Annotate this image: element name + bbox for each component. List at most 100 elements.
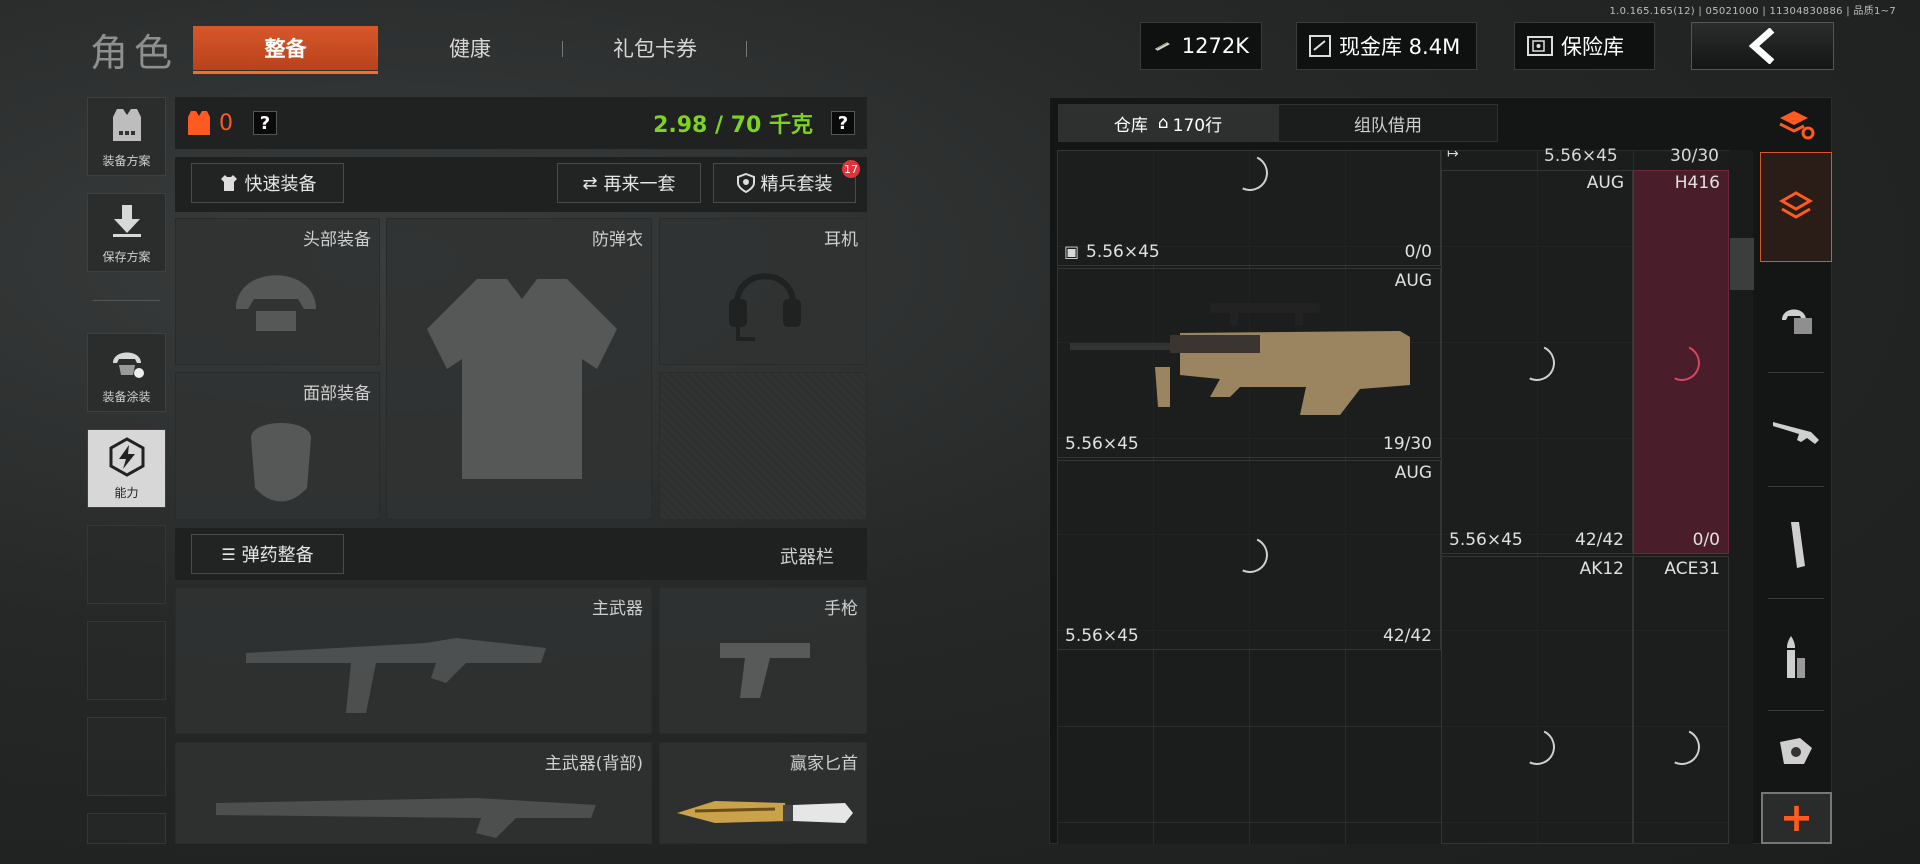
layers-refresh-icon — [1779, 111, 1815, 140]
empty-slot — [87, 525, 166, 604]
category-gear[interactable] — [1760, 268, 1832, 368]
vest-slot-label: 防弹衣 — [592, 230, 643, 250]
knife-slot-label: 赢家匕首 — [790, 754, 858, 774]
lightning-hex-icon — [109, 437, 144, 477]
ammo-icon: ☰ — [221, 544, 236, 564]
elite-set-label: 精兵套装 — [760, 174, 833, 195]
empty-slot — [87, 813, 166, 844]
tab-storage[interactable]: 仓库 ⌂ 170行 — [1058, 104, 1278, 142]
category-all[interactable] — [1760, 152, 1832, 262]
item-name: AUG — [1394, 271, 1432, 291]
loading-icon — [1513, 723, 1561, 771]
magazine-icon — [1791, 522, 1805, 568]
version-text: 1.0.165.165(12) | 05021000 | 11304830886… — [1609, 6, 1896, 17]
category-weapons[interactable] — [1760, 378, 1832, 484]
list-item[interactable]: AUG 5.56×45 19/30 — [1057, 268, 1441, 458]
item-name: AUG — [1394, 463, 1432, 483]
repeat-set-button[interactable]: ⇄ 再来一套 — [557, 163, 701, 203]
money-value: 1272K — [1181, 34, 1249, 58]
equip-plan-button[interactable]: 装备方案 — [87, 97, 166, 176]
item-count: 30/30 — [1670, 146, 1719, 166]
list-item[interactable]: ↦ 5.56×45 — [1441, 146, 1633, 168]
plus-icon: + — [1779, 795, 1814, 841]
list-item[interactable]: AK12 — [1441, 556, 1633, 844]
armor-help-button[interactable]: ? — [253, 111, 277, 135]
headset-slot-label: 耳机 — [824, 230, 858, 250]
item-count: 42/42 — [1575, 530, 1624, 550]
vest-grid-icon — [112, 109, 141, 141]
category-attachments[interactable] — [1760, 716, 1832, 788]
side-divider — [93, 300, 160, 301]
tab-health[interactable]: 健康 — [400, 26, 540, 70]
headset-slot[interactable]: 耳机 — [659, 218, 867, 365]
equip-skin-button[interactable]: 装备涂装 — [87, 333, 166, 412]
headset-icon — [729, 273, 801, 341]
sort-button[interactable] — [1760, 100, 1832, 150]
tab-gift-cards[interactable]: 礼包卡券 — [585, 26, 725, 70]
item-name: AK12 — [1579, 559, 1624, 579]
tab-team-borrow[interactable]: 组队借用 — [1278, 104, 1498, 142]
weapon-bar-label: 武器栏 — [780, 547, 834, 568]
tab-divider — [377, 41, 378, 57]
refresh-icon: ⇄ — [582, 172, 598, 194]
item-count: 0/0 — [1692, 530, 1720, 550]
repeat-set-label: 再来一套 — [603, 174, 676, 195]
download-icon — [112, 205, 141, 237]
head-slot[interactable]: 头部装备 — [175, 218, 380, 365]
elite-set-button[interactable]: 精兵套装 — [713, 163, 856, 203]
scope-icon — [1780, 738, 1812, 764]
item-count: 0/0 — [1404, 242, 1432, 262]
category-ammo[interactable] — [1760, 604, 1832, 710]
safe-button[interactable]: 保险库 — [1514, 22, 1655, 70]
weight-help-button[interactable]: ? — [831, 111, 855, 135]
item-name: ACE31 — [1664, 559, 1720, 579]
category-magazines[interactable] — [1760, 492, 1832, 598]
item-caliber: 5.56×45 — [1065, 434, 1139, 454]
loading-icon — [1658, 723, 1706, 771]
mask-icon — [251, 423, 311, 502]
vest-slot[interactable]: 防弹衣 — [386, 218, 652, 520]
list-item[interactable]: AUG 5.56×45 42/42 — [1441, 170, 1633, 554]
page-title: 角色 — [90, 31, 179, 75]
cash-vault-button[interactable]: 现金库 8.4M — [1296, 22, 1477, 70]
ammo-button[interactable]: ☰ 弹药整备 — [191, 534, 344, 574]
pistol-slot-label: 手枪 — [824, 599, 858, 619]
loading-icon — [1658, 339, 1706, 387]
category-divider — [1768, 598, 1824, 599]
ability-button[interactable]: 能力 — [87, 429, 166, 508]
rifle-category-icon — [1773, 422, 1819, 444]
ability-label: 能力 — [114, 486, 139, 500]
back-weapon-slot[interactable]: 主武器(背部) — [175, 742, 652, 844]
gold-knife-icon — [677, 801, 853, 823]
pistol-slot[interactable]: 手枪 — [659, 587, 867, 734]
armor-count: 0 — [219, 110, 233, 136]
quick-equip-label: 快速装备 — [244, 174, 317, 195]
storage-label: 仓库 — [1113, 115, 1148, 136]
quick-equip-button[interactable]: 快速装备 — [191, 163, 344, 203]
save-plan-button[interactable]: 保存方案 — [87, 193, 166, 272]
money-icon — [1154, 42, 1170, 51]
aug-rifle-icon — [1070, 303, 1410, 415]
primary-weapon-slot[interactable]: 主武器 — [175, 587, 652, 734]
list-item[interactable]: H416 0/0 — [1633, 170, 1729, 554]
empty-equip-slot — [659, 372, 867, 520]
primary-weapon-label: 主武器 — [592, 599, 643, 619]
vest-icon — [427, 279, 617, 479]
knife-slot[interactable]: 赢家匕首 — [659, 742, 867, 844]
weight-value: 2.98 / 70 千克 — [653, 113, 813, 138]
equipment-header: 0 ? 2.98 / 70 千克 ? — [175, 97, 867, 149]
list-item[interactable]: AUG 5.56×45 42/42 — [1057, 460, 1441, 650]
tab-equip[interactable]: 整备 — [193, 26, 378, 74]
home-icon: ⌂ — [1157, 113, 1169, 133]
rifle-back-icon — [216, 798, 596, 838]
shirt-icon — [220, 175, 237, 191]
category-divider — [1768, 710, 1824, 711]
scrollbar-thumb[interactable] — [1730, 238, 1754, 290]
face-slot[interactable]: 面部装备 — [175, 372, 380, 520]
item-caliber: 5.56×45 — [1449, 530, 1523, 550]
back-button[interactable] — [1691, 22, 1834, 70]
list-item[interactable]: 5.56×45 ▣ 0/0 — [1057, 149, 1441, 266]
add-button[interactable]: + — [1761, 792, 1832, 844]
helmet-paint-icon — [112, 352, 144, 378]
list-item[interactable]: ACE31 — [1633, 556, 1729, 844]
